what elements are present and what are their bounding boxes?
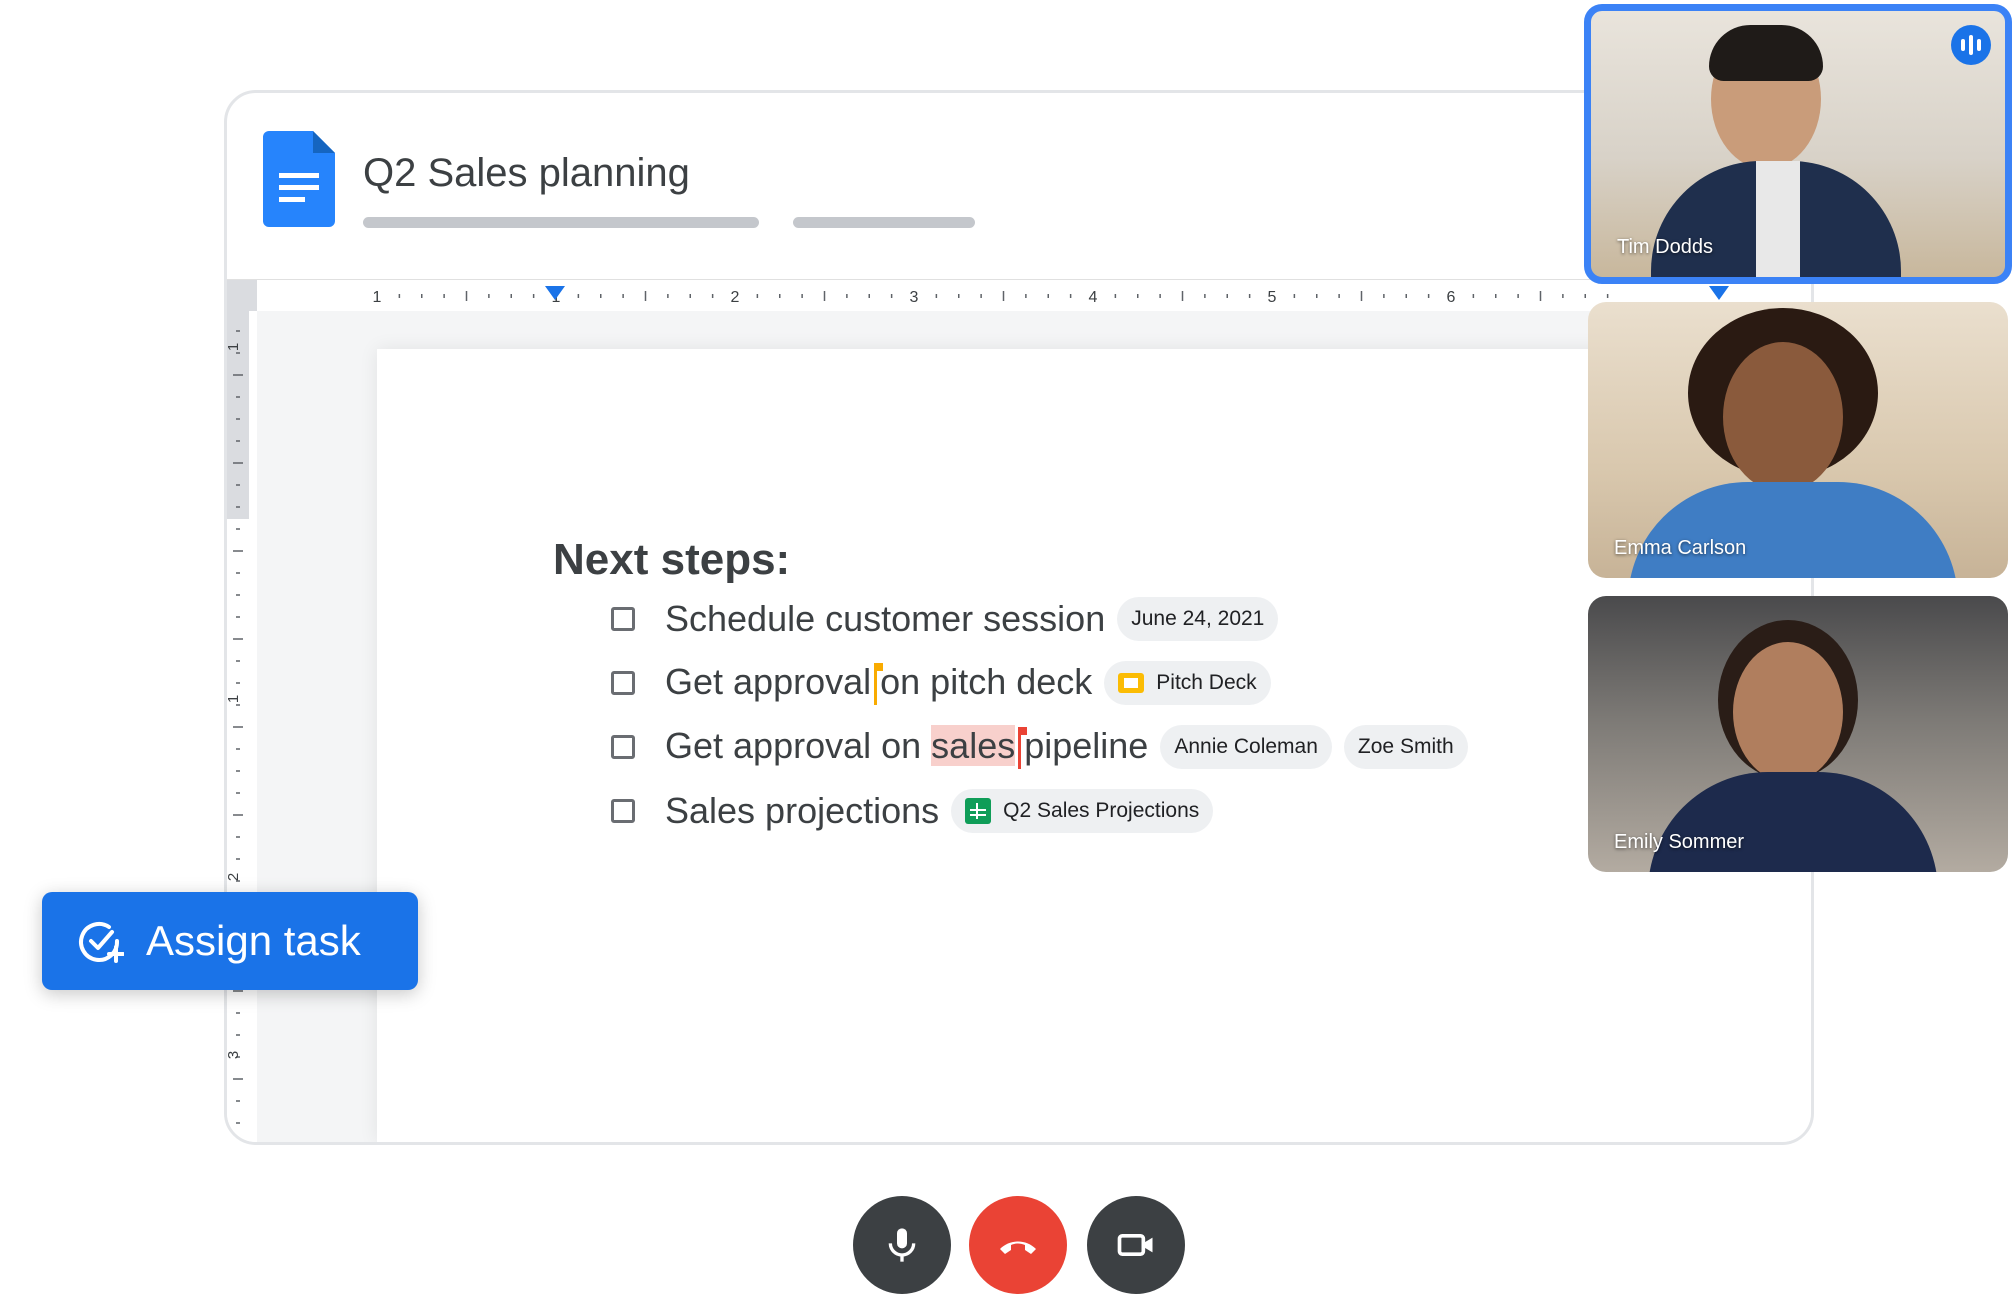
document-title[interactable]: Q2 Sales planning (363, 151, 690, 196)
ruler-label: 1 (227, 343, 242, 351)
section-heading: Next steps: (553, 535, 791, 584)
ruler-label: 1 (227, 695, 242, 703)
text-selection: sales (931, 725, 1016, 767)
participant-tile[interactable]: Emma Carlson (1588, 302, 2008, 578)
chip-label: June 24, 2021 (1131, 607, 1265, 630)
person-chip[interactable]: Zoe Smith (1343, 725, 1468, 769)
add-task-icon (79, 921, 124, 963)
ruler-label: 3 (227, 1051, 242, 1059)
task-checkbox[interactable] (611, 607, 635, 631)
google-slides-icon (1118, 673, 1145, 693)
horizontal-ruler[interactable]: 1123456 (227, 279, 1811, 312)
file-chip[interactable]: Q2 Sales Projections (951, 789, 1214, 833)
assign-task-button[interactable]: Assign task (42, 892, 418, 990)
toolbar-placeholder (793, 217, 975, 228)
camera-button[interactable] (1087, 1196, 1185, 1294)
participant-avatar (1733, 642, 1843, 782)
vertical-ruler[interactable]: 1 1 2 3 (227, 311, 257, 1142)
task-text[interactable]: Get approval on pitch deck (665, 661, 1092, 705)
collaborator-cursor (874, 662, 884, 705)
participant-body (1648, 772, 1938, 872)
chip-label: Q2 Sales Projections (1003, 799, 1200, 822)
ruler-label: 3 (910, 289, 919, 306)
right-indent-marker[interactable] (1709, 286, 1729, 300)
ruler-label: 2 (731, 289, 740, 306)
speaking-indicator-icon (1951, 25, 1991, 65)
ruler-label: 2 (227, 873, 242, 881)
participant-shirt (1756, 161, 1800, 277)
ruler-label: 5 (1268, 289, 1277, 306)
google-docs-icon[interactable] (263, 131, 335, 227)
document-window: Q2 Sales planning 1 1 2 3 4 5 6 1 1 2 3 Next step… (224, 90, 1814, 1145)
task-text[interactable]: Get approval on sales pipeline (665, 725, 1148, 769)
participant-tile[interactable]: Emily Sommer (1588, 596, 2008, 872)
assign-task-label: Assign task (146, 917, 361, 964)
participant-name: Emma Carlson (1614, 537, 1747, 559)
left-indent-marker[interactable] (545, 286, 565, 300)
chip-label: Pitch Deck (1156, 671, 1257, 694)
document-canvas: Next steps: Schedule customer session Ju… (257, 311, 1811, 1142)
microphone-icon (888, 1228, 916, 1262)
ruler-label: 6 (1447, 289, 1456, 306)
participant-hair (1709, 25, 1823, 81)
participant-name: Tim Dodds (1617, 236, 1713, 258)
participant-avatar (1723, 342, 1843, 492)
phone-hangup-icon (1000, 1241, 1036, 1254)
google-sheets-icon (965, 798, 992, 824)
ruler-label: 1 (373, 289, 382, 306)
microphone-button[interactable] (853, 1196, 951, 1294)
participant-tile-active[interactable]: Tim Dodds (1584, 4, 2012, 284)
participant-body (1628, 482, 1958, 578)
task-item: Get approval on pitch deck Pitch Deck (611, 653, 1271, 713)
task-checkbox[interactable] (611, 799, 635, 823)
task-checkbox[interactable] (611, 671, 635, 695)
ruler-label: 4 (1089, 289, 1098, 306)
task-item: Get approval on sales pipeline Annie Cole… (611, 717, 1468, 777)
video-camera-icon (1117, 1234, 1153, 1256)
file-chip[interactable]: Pitch Deck (1104, 661, 1271, 705)
task-text[interactable]: Schedule customer session (665, 598, 1105, 640)
person-chip[interactable]: Annie Coleman (1160, 725, 1332, 769)
participant-name: Emily Sommer (1614, 831, 1745, 853)
task-item: Schedule customer session June 24, 2021 (611, 589, 1279, 649)
chip-label: Zoe Smith (1357, 735, 1454, 758)
task-item: Sales projections Q2 Sales Projections (611, 781, 1214, 841)
chip-label: Annie Coleman (1174, 735, 1318, 758)
menu-bar-placeholder (363, 217, 759, 228)
end-call-button[interactable] (969, 1196, 1067, 1294)
collaborator-cursor (1018, 726, 1028, 769)
task-text[interactable]: Sales projections (665, 790, 939, 832)
date-chip[interactable]: June 24, 2021 (1117, 597, 1279, 641)
task-checkbox[interactable] (611, 735, 635, 759)
